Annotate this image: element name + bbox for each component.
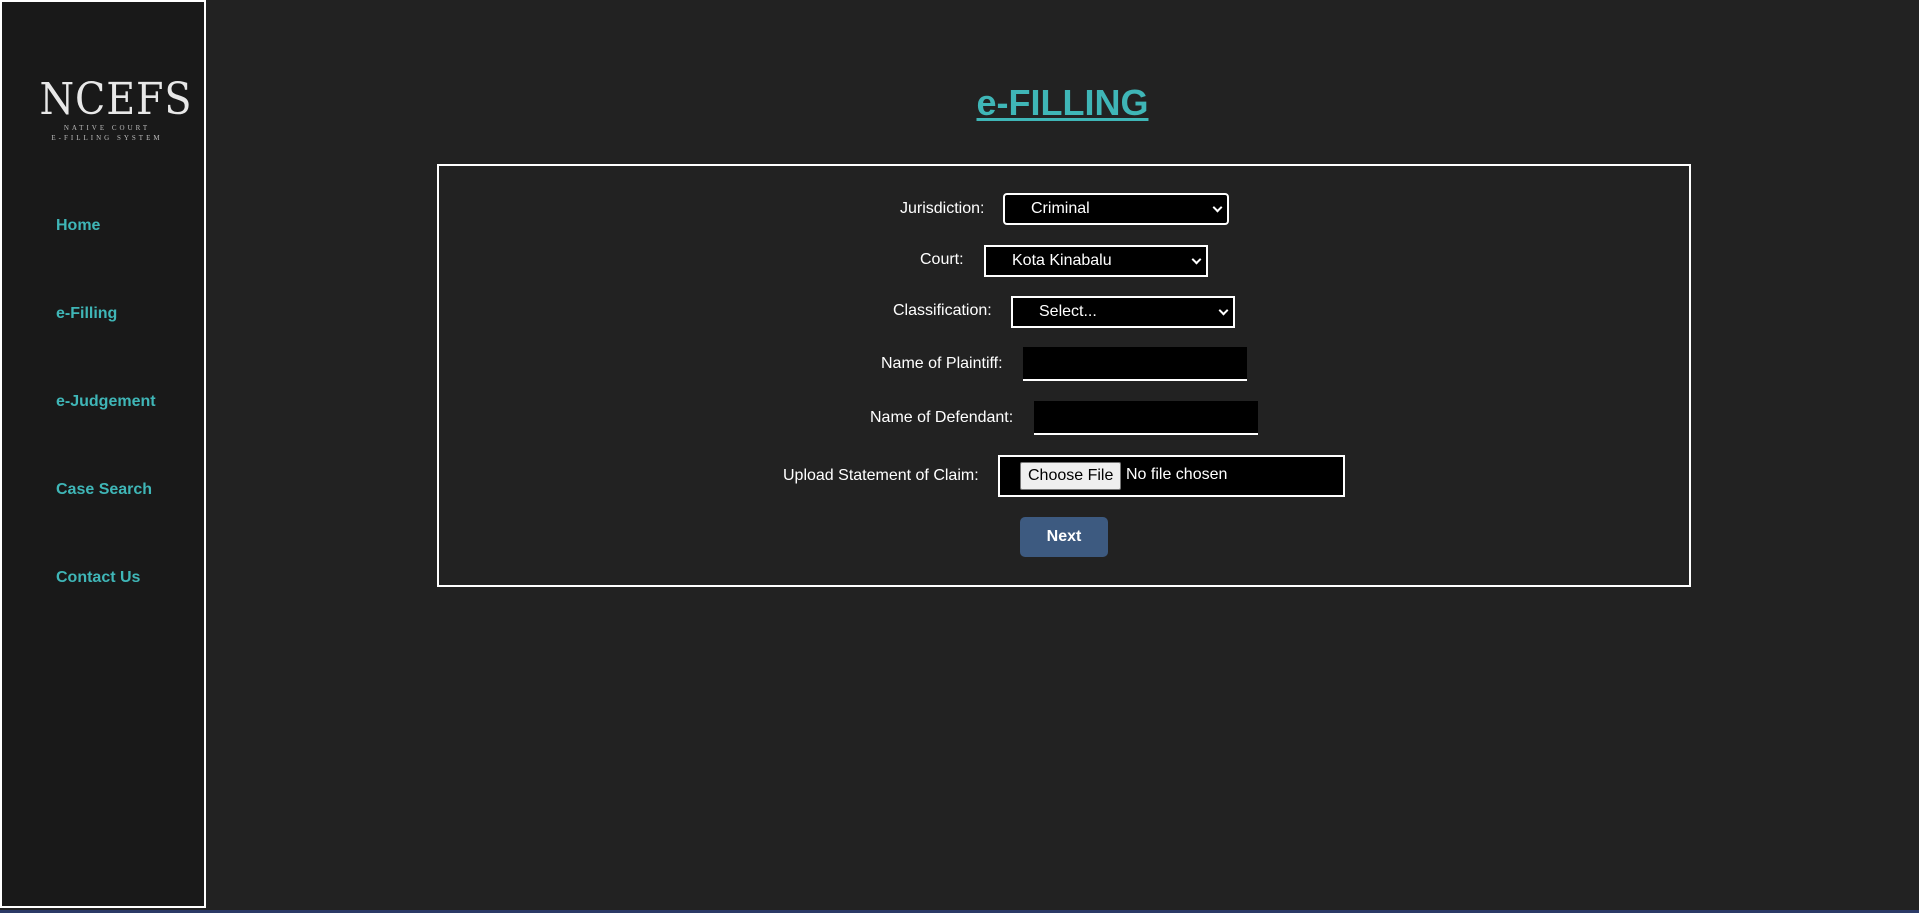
chevron-down-icon: [1191, 254, 1202, 265]
jurisdiction-select[interactable]: Criminal: [1003, 193, 1229, 225]
court-select[interactable]: Kota Kinabalu: [984, 245, 1208, 277]
logo-wordmark: NCEFS: [39, 74, 193, 125]
chevron-down-icon: [1218, 305, 1229, 316]
upload-claim-label: Upload Statement of Claim:: [783, 467, 979, 484]
ncefs-logo[interactable]: NCEFS NATIVE COURT E-FILLING SYSTEM: [32, 74, 193, 143]
sidebar-item-contact-us[interactable]: Contact Us: [56, 569, 140, 587]
defendant-name-input[interactable]: [1034, 401, 1258, 435]
jurisdiction-select-value: Criminal: [1031, 200, 1090, 217]
upload-claim-file-input[interactable]: Choose File No file chosen: [998, 455, 1345, 497]
sidebar-item-e-judgement[interactable]: e-Judgement: [56, 393, 156, 411]
chevron-down-icon: [1212, 202, 1223, 213]
logo-subtitle-line2: E-FILLING SYSTEM: [51, 134, 163, 142]
page-title: e-FILLING: [976, 82, 1149, 123]
classification-select-value: Select...: [1039, 303, 1097, 320]
file-status-text: No file chosen: [1126, 466, 1228, 483]
classification-label: Classification:: [893, 302, 992, 319]
court-label: Court:: [920, 251, 964, 268]
next-button[interactable]: Next: [1020, 517, 1108, 557]
classification-select[interactable]: Select...: [1011, 296, 1235, 328]
court-select-value: Kota Kinabalu: [1012, 252, 1112, 269]
plaintiff-label: Name of Plaintiff:: [881, 355, 1003, 372]
jurisdiction-label: Jurisdiction:: [900, 200, 985, 217]
sidebar: NCEFS NATIVE COURT E-FILLING SYSTEM Home…: [0, 0, 206, 908]
logo-subtitle-line1: NATIVE COURT: [63, 124, 151, 132]
defendant-label: Name of Defendant:: [870, 409, 1014, 426]
choose-file-button[interactable]: Choose File: [1020, 462, 1122, 490]
sidebar-item-case-search[interactable]: Case Search: [56, 481, 152, 499]
plaintiff-name-input[interactable]: [1023, 347, 1247, 381]
sidebar-item-home[interactable]: Home: [56, 217, 100, 235]
sidebar-item-e-filling[interactable]: e-Filling: [56, 305, 117, 323]
